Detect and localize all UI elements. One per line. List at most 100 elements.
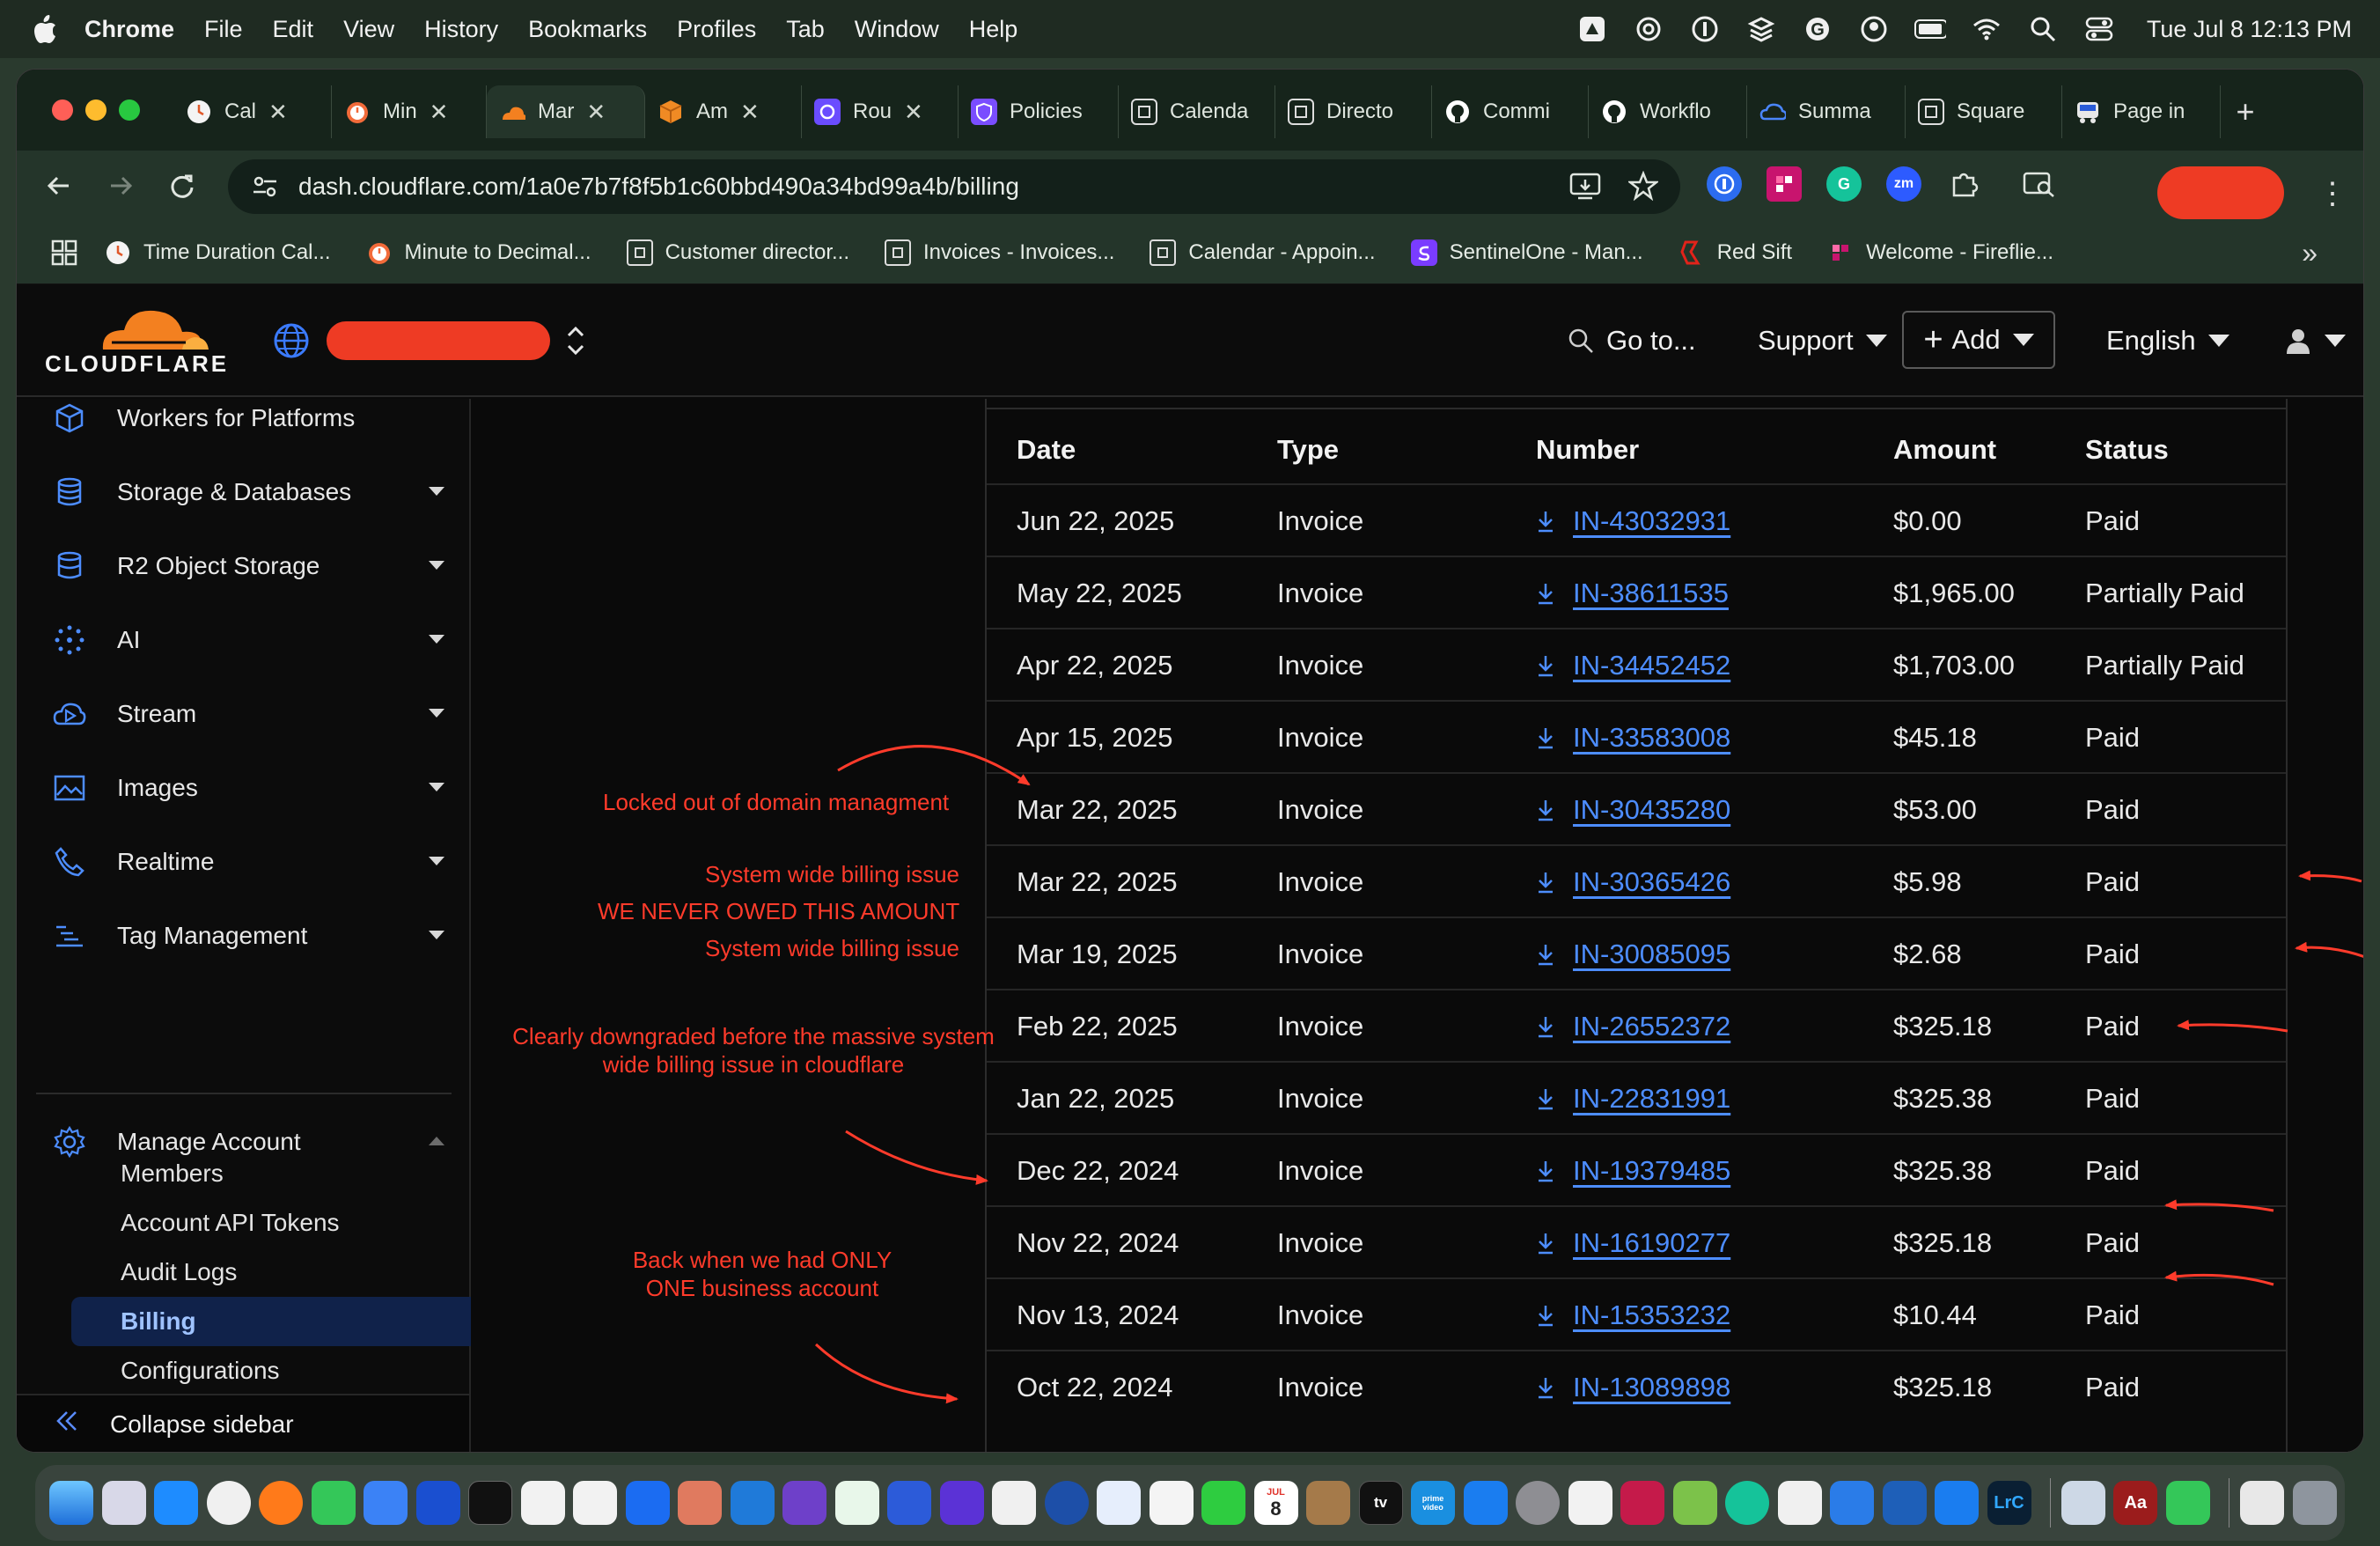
language-selector[interactable]: English <box>2106 318 2229 364</box>
bookmark-minute-decimal[interactable]: Minute to Decimal... <box>366 239 591 266</box>
gemini-icon[interactable] <box>625 1481 670 1525</box>
globe-icon[interactable] <box>272 321 311 360</box>
1password-extension-icon[interactable] <box>1707 166 1742 202</box>
tab-minute-decimal[interactable]: Min ✕ <box>332 85 487 138</box>
add-button[interactable]: + Add <box>1902 311 2055 369</box>
invoice-download-link[interactable]: IN-15353232 <box>1536 1279 1730 1351</box>
forward-button[interactable] <box>101 166 140 205</box>
sourcetree-icon[interactable] <box>834 1481 879 1525</box>
utm-icon[interactable] <box>887 1481 931 1525</box>
reload-button[interactable] <box>163 166 202 205</box>
apple-tv-icon[interactable]: tv <box>1358 1481 1403 1525</box>
bookmark-star-icon[interactable] <box>1626 168 1661 203</box>
numbers-icon[interactable] <box>2165 1481 2210 1525</box>
battery-icon[interactable] <box>1914 13 1946 45</box>
close-icon[interactable]: ✕ <box>904 99 923 126</box>
sidebar-item-manage-account[interactable]: Manage Account <box>52 1115 466 1168</box>
sidebar-item-realtime[interactable]: Realtime <box>52 836 466 888</box>
contacts-icon[interactable] <box>1306 1481 1350 1525</box>
bookmark-red-sift[interactable]: Red Sift <box>1678 239 1792 266</box>
invoice-number[interactable]: IN-38611535 <box>1573 578 1729 609</box>
invoice-download-link[interactable]: IN-26552372 <box>1536 990 1730 1063</box>
chevron-down-icon[interactable] <box>429 931 444 939</box>
chevron-down-icon[interactable] <box>429 487 444 496</box>
chatgpt-icon[interactable] <box>1633 13 1664 45</box>
chevron-down-icon[interactable] <box>429 561 444 570</box>
drive-icon[interactable] <box>1576 13 1608 45</box>
tab-summary[interactable]: Summa <box>1747 85 1906 138</box>
column-header-status[interactable]: Status <box>2085 434 2169 466</box>
github-desktop-icon[interactable] <box>782 1481 826 1525</box>
safari-icon[interactable] <box>154 1481 198 1525</box>
menu-bookmarks[interactable]: Bookmarks <box>528 16 647 43</box>
menu-tab[interactable]: Tab <box>786 16 825 43</box>
invoice-number[interactable]: IN-30435280 <box>1573 794 1730 826</box>
sidebar-item-workers-for-platforms[interactable]: Workers for Platforms <box>52 392 466 445</box>
cube-app-icon[interactable] <box>1672 1481 1717 1525</box>
user-menu[interactable] <box>2284 318 2346 364</box>
invoice-download-link[interactable]: IN-16190277 <box>1536 1207 1730 1279</box>
bookmark-invoices[interactable]: Invoices - Invoices... <box>885 239 1114 266</box>
control-center-icon[interactable] <box>2083 13 2115 45</box>
firefox-icon[interactable] <box>259 1481 303 1525</box>
invoice-number[interactable]: IN-13089898 <box>1573 1372 1730 1403</box>
menu-app-name[interactable]: Chrome <box>84 16 174 43</box>
calendar-icon[interactable]: JUL 8 <box>1253 1481 1298 1525</box>
sidebar-item-ai[interactable]: AI <box>52 614 466 666</box>
layers-icon[interactable] <box>1745 13 1777 45</box>
calendar-app-icon[interactable] <box>992 1481 1036 1525</box>
invoice-number[interactable]: IN-16190277 <box>1573 1227 1730 1259</box>
sidebar-item-r2-object-storage[interactable]: R2 Object Storage <box>52 540 466 593</box>
downloads-stack-icon[interactable] <box>2240 1481 2284 1525</box>
claude-icon[interactable] <box>678 1481 722 1525</box>
back-button[interactable] <box>40 166 78 205</box>
invoice-download-link[interactable]: IN-30085095 <box>1536 918 1730 990</box>
grammarly-icon[interactable]: G <box>1802 13 1833 45</box>
new-tab-button[interactable]: + <box>2221 85 2270 138</box>
column-header-type[interactable]: Type <box>1277 434 1339 466</box>
mail-icon[interactable] <box>364 1481 408 1525</box>
sidebar-item-images[interactable]: Images <box>52 762 466 814</box>
spotlight-search-icon[interactable] <box>2027 13 2059 45</box>
1password-icon[interactable] <box>415 1481 460 1525</box>
tab-commits[interactable]: Commi <box>1432 85 1589 138</box>
sidebar-subitem-api-tokens[interactable]: Account API Tokens <box>121 1200 340 1246</box>
zoominfo-extension-icon[interactable]: zm <box>1886 166 1921 202</box>
invoice-number[interactable]: IN-33583008 <box>1573 722 1730 754</box>
app-store-icon[interactable] <box>1463 1481 1508 1525</box>
menu-view[interactable]: View <box>343 16 394 43</box>
invoice-download-link[interactable]: IN-22831991 <box>1536 1063 1730 1135</box>
prime-video-icon[interactable]: prime video <box>1411 1481 1455 1525</box>
invoice-download-link[interactable]: IN-33583008 <box>1536 702 1730 774</box>
network-icon[interactable] <box>1882 1481 1927 1525</box>
account-switcher-icon[interactable] <box>562 318 589 364</box>
facetime-icon[interactable] <box>1201 1481 1245 1525</box>
sidebar-subitem-audit-logs[interactable]: Audit Logs <box>121 1249 237 1295</box>
menu-file[interactable]: File <box>204 16 243 43</box>
sidebar-subitem-configurations[interactable]: Configurations <box>121 1348 280 1394</box>
tab-routes[interactable]: Rou ✕ <box>802 85 959 138</box>
goto-search[interactable]: Go to... <box>1568 318 1696 364</box>
xcode-icon[interactable] <box>1830 1481 1874 1525</box>
sidebar-item-stream[interactable]: Stream <box>52 688 466 740</box>
site-settings-icon[interactable] <box>247 169 283 204</box>
column-header-number[interactable]: Number <box>1536 434 1639 466</box>
chrome-menu-button[interactable]: ⋮ <box>2318 173 2347 214</box>
puzzle-extensions-icon[interactable] <box>1946 166 1981 202</box>
sidebar-subitem-members[interactable]: Members <box>121 1151 224 1196</box>
invoice-number[interactable]: IN-19379485 <box>1573 1155 1730 1187</box>
bookmark-fireflies[interactable]: Welcome - Fireflie... <box>1827 239 2053 266</box>
raspberry-pi-icon[interactable] <box>1620 1481 1664 1525</box>
invoice-number[interactable]: IN-34452452 <box>1573 650 1730 681</box>
apple-icon[interactable] <box>30 14 60 44</box>
bookmark-calendar[interactable]: Calendar - Appoin... <box>1150 239 1376 266</box>
invoice-number[interactable]: IN-30365426 <box>1573 866 1730 898</box>
wifi-icon[interactable] <box>1971 13 2002 45</box>
dictionary-icon[interactable]: Aa <box>2113 1481 2158 1525</box>
tab-policies[interactable]: Policies <box>959 85 1119 138</box>
user-circle-icon[interactable] <box>1858 13 1890 45</box>
maps-icon[interactable] <box>1097 1481 1141 1525</box>
trash-icon[interactable] <box>2292 1481 2337 1525</box>
menu-edit[interactable]: Edit <box>273 16 314 43</box>
url-text[interactable]: dash.cloudflare.com/1a0e7b7f8f5b1c60bbd4… <box>298 173 1019 201</box>
